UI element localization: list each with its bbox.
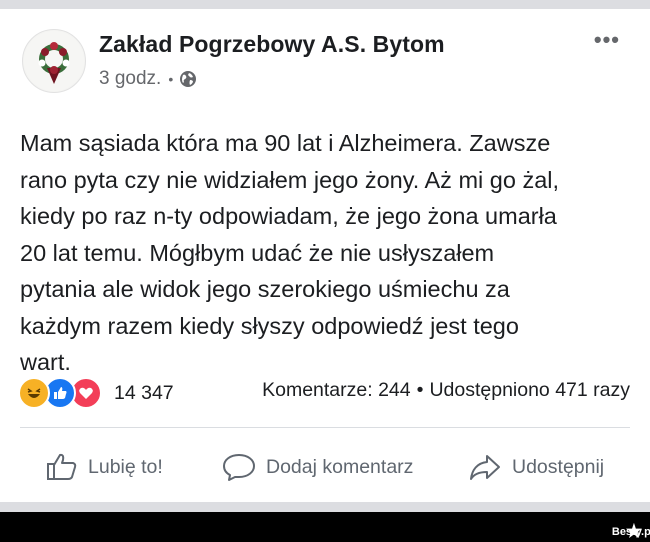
comment-label: Dodaj komentarz — [266, 455, 414, 478]
post-actions: Lubię to! Dodaj komentarz Udostępnij — [0, 441, 650, 493]
avatar[interactable] — [22, 29, 86, 93]
facebook-post: Zakład Pogrzebowy A.S. Bytom 3 godz. • •… — [0, 9, 650, 502]
post-time[interactable]: 3 godz. — [99, 68, 161, 90]
share-button[interactable]: Udostępnij — [468, 441, 604, 493]
post-meta: 3 godz. • — [99, 68, 197, 90]
like-label: Lubię to! — [88, 455, 163, 478]
bottom-bar: Besty.pl ★ — [0, 512, 650, 542]
top-strip — [0, 0, 650, 9]
haha-icon — [18, 377, 50, 409]
globe-icon — [180, 71, 197, 87]
comment-icon — [223, 454, 255, 481]
stats-separator: • — [416, 379, 424, 401]
thumbs-up-icon — [47, 453, 77, 480]
post-author[interactable]: Zakład Pogrzebowy A.S. Bytom — [99, 31, 445, 58]
reaction-count: 14 347 — [114, 381, 174, 404]
reactions-summary[interactable]: 14 347 — [18, 377, 174, 409]
post-text: Mam sąsiada która ma 90 lat i Alzheimera… — [20, 125, 635, 381]
comment-button[interactable]: Dodaj komentarz — [222, 441, 413, 493]
share-label: Udostępnij — [512, 455, 605, 478]
comment-count[interactable]: Komentarze: 244 — [262, 379, 411, 401]
watermark: Besty.pl ★ — [612, 521, 650, 542]
more-options-icon[interactable]: ••• — [594, 27, 620, 53]
post-text-line: Mam sąsiada która ma 90 lat i Alzheimera… — [20, 130, 560, 375]
meta-separator: • — [168, 71, 174, 87]
engagement-stats: Komentarze: 244 • Udostępniono 471 razy — [262, 379, 630, 402]
wreath-icon — [24, 31, 84, 91]
like-button[interactable]: Lubię to! — [46, 441, 163, 493]
bottom-strip — [0, 502, 650, 512]
share-count[interactable]: Udostępniono 471 razy — [429, 379, 630, 401]
divider — [20, 427, 630, 428]
star-icon: ★ — [625, 521, 642, 541]
share-arrow-icon — [470, 455, 500, 480]
